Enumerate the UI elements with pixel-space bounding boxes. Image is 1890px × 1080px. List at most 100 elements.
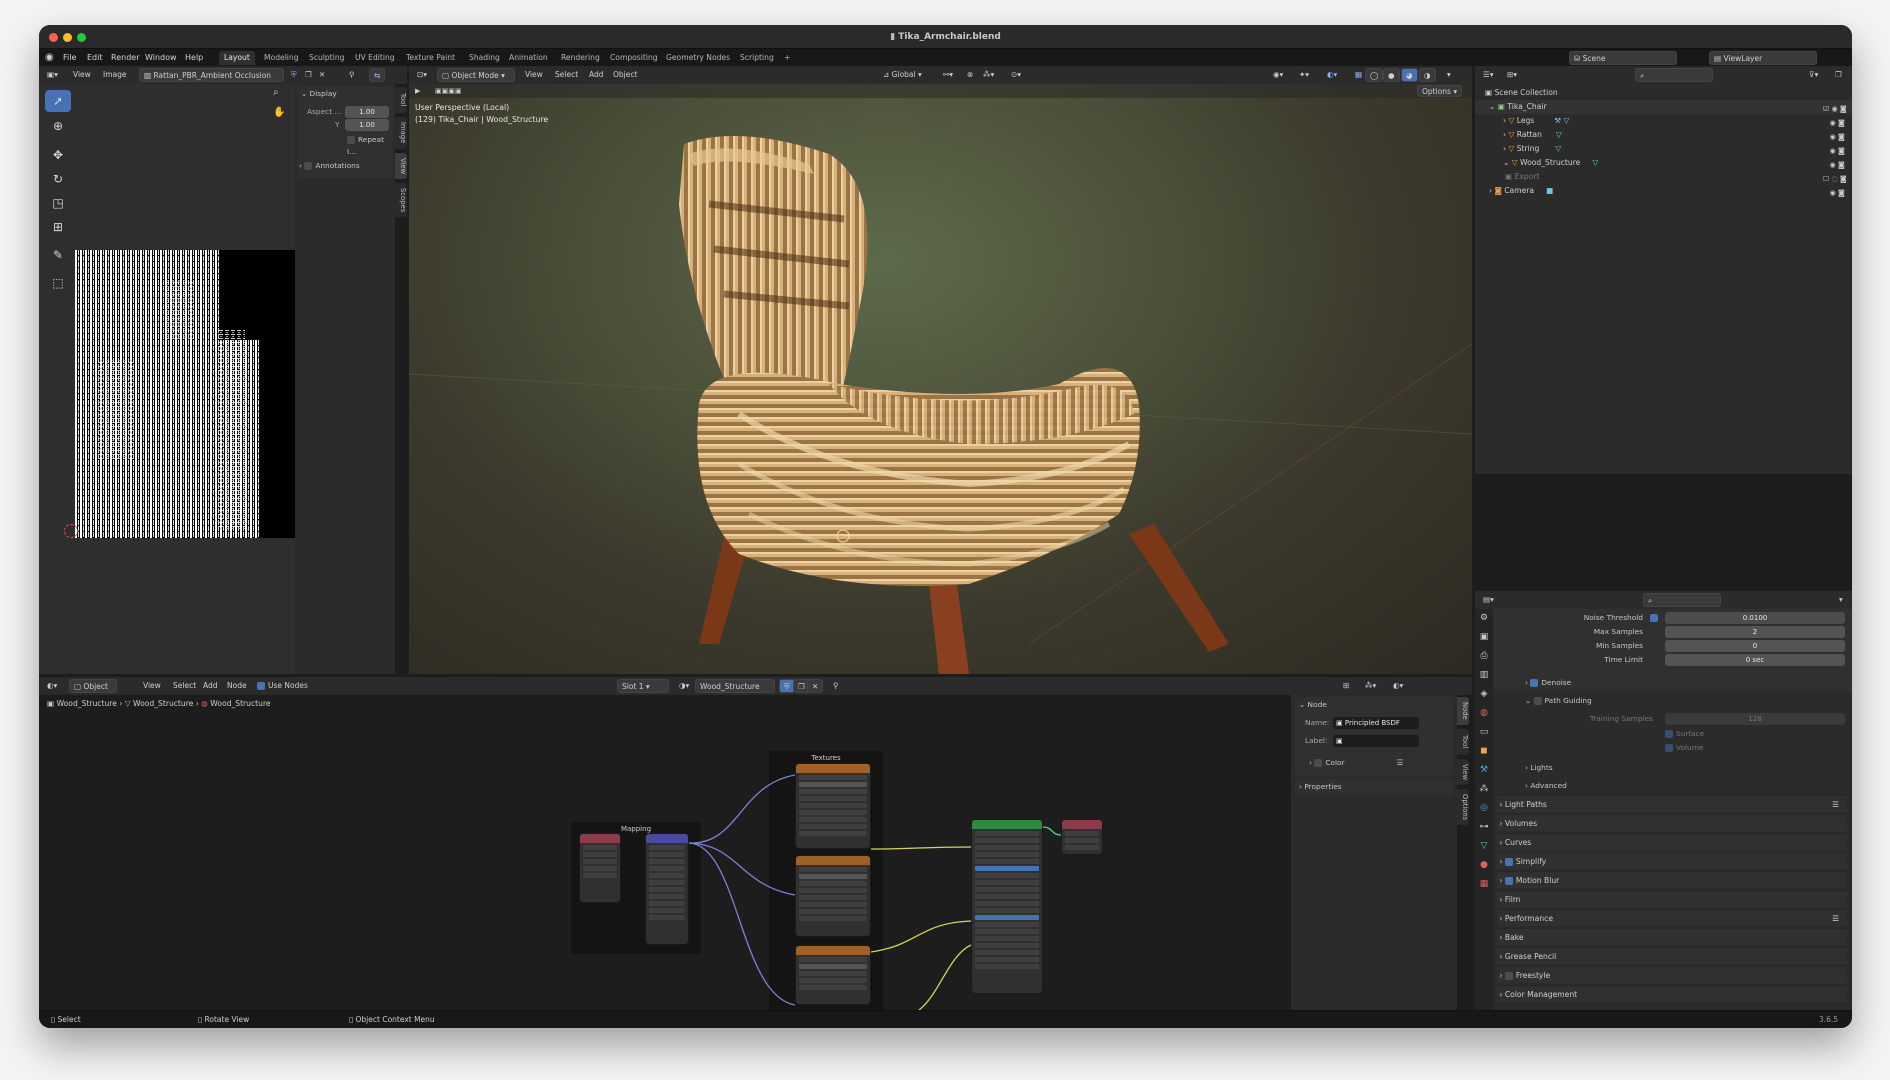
min-samples-field[interactable]: 0 xyxy=(1665,640,1845,652)
display-mode-icon[interactable]: ⊞▾ xyxy=(1503,68,1521,82)
annotate-tool-icon[interactable]: ✎ xyxy=(45,244,71,266)
shading-rendered-icon[interactable]: ◑ xyxy=(1419,68,1436,82)
viewport-editor-type-icon[interactable]: ⊡▾ xyxy=(413,68,431,82)
transform-orientation-dropdown[interactable]: ⊿ Global ▾ xyxy=(879,68,926,82)
physics-tab-icon[interactable]: ◎ xyxy=(1475,799,1493,818)
properties-options-icon[interactable]: ▾ xyxy=(1835,593,1847,607)
lights-subpanel[interactable]: › Lights xyxy=(1525,762,1553,774)
modifier-tab-icon[interactable]: ⚒ xyxy=(1475,761,1493,780)
sample-tool-icon[interactable]: ⬚ xyxy=(45,272,71,294)
section-grease-pencil[interactable]: › Grease Pencil xyxy=(1497,947,1847,964)
workspace-tab-geometry-nodes[interactable]: Geometry Nodes xyxy=(661,51,735,65)
material-slot-dropdown[interactable]: Slot 1 ▾ xyxy=(617,679,669,693)
proportional-edit-icon[interactable]: ⊙▾ xyxy=(1007,68,1025,82)
image-shield-icon[interactable]: ⛨ xyxy=(287,68,301,82)
outliner-editor-type-icon[interactable]: ☰▾ xyxy=(1479,68,1498,82)
cursor-tool-icon[interactable]: ⊕ xyxy=(45,115,71,137)
menu-help[interactable]: Help xyxy=(185,49,203,66)
scale-tool-icon[interactable]: ◳ xyxy=(45,192,71,214)
workspace-tab-layout[interactable]: Layout xyxy=(219,51,255,65)
workspace-tab-sculpting[interactable]: Sculpting xyxy=(304,51,349,65)
uv-sync-icon[interactable]: ⇆ xyxy=(369,68,386,82)
workspace-tab-rendering[interactable]: Rendering xyxy=(556,51,605,65)
node-editor-type-icon[interactable]: ◐▾ xyxy=(43,679,61,693)
view-layer-selector[interactable]: ▤ ViewLayer xyxy=(1709,51,1817,65)
scene-tab-icon[interactable]: ◈ xyxy=(1475,685,1493,704)
training-samples-field[interactable]: 128 xyxy=(1665,713,1845,725)
viewport-menu-add[interactable]: Add xyxy=(585,68,608,82)
menu-edit[interactable]: Edit xyxy=(87,49,103,66)
3d-viewport[interactable]: ▶ ▣▣▣▣ Options ▾ User Perspective (Local… xyxy=(409,84,1472,674)
node-tab-view[interactable]: View xyxy=(1457,759,1469,785)
unlink-material-icon[interactable]: ✕ xyxy=(807,679,824,693)
surface-checkbox[interactable]: Surface xyxy=(1665,728,1704,740)
viewport-menu-object[interactable]: Object xyxy=(609,68,641,82)
node-panel-header[interactable]: ⌄ Node xyxy=(1299,699,1327,711)
aspect-x-field[interactable]: 1.00 xyxy=(345,106,389,118)
material-name-field[interactable]: Wood_Structure xyxy=(695,679,775,693)
time-limit-field[interactable]: 0 sec xyxy=(1665,654,1845,666)
image-tab-tool[interactable]: Tool xyxy=(395,87,407,113)
node-color-subpanel[interactable]: › Color ☰ xyxy=(1309,757,1403,769)
tool-tab-icon[interactable]: ⚙ xyxy=(1475,609,1493,628)
workspace-tab-texture-paint[interactable]: Texture Paint xyxy=(401,51,460,65)
node-menu-node[interactable]: Node xyxy=(223,679,251,693)
outliner-item-legs[interactable]: › ▽ Legs ⚒ ▽ xyxy=(1475,114,1852,128)
shader-type-dropdown[interactable]: ▢ Object ▾ xyxy=(69,679,117,705)
workspace-tab-shading[interactable]: Shading xyxy=(464,51,505,65)
section-light-paths[interactable]: › Light Paths ☰ xyxy=(1497,795,1847,812)
node-tab-options[interactable]: Options xyxy=(1457,789,1469,825)
backdrop-icon[interactable]: ⊞ xyxy=(1339,679,1353,693)
workspace-tab-compositing[interactable]: Compositing xyxy=(605,51,663,65)
2d-cursor-icon[interactable] xyxy=(64,524,78,538)
constraints-tab-icon[interactable]: ⊶ xyxy=(1475,818,1493,837)
rotate-tool-icon[interactable]: ↻ xyxy=(45,168,71,190)
workspace-tab-scripting[interactable]: Scripting xyxy=(735,51,779,65)
move-tool-icon[interactable]: ✥ xyxy=(45,144,71,166)
outliner-item-camera[interactable]: › ◙ Camera ■ xyxy=(1475,184,1852,198)
section-motion-blur[interactable]: › Motion Blur xyxy=(1497,871,1847,888)
editor-type-icon[interactable]: ▣▾ xyxy=(43,68,62,82)
node-pin-icon[interactable]: ⚲ xyxy=(829,679,843,693)
viewport-menu-view[interactable]: View xyxy=(521,68,547,82)
node-menu-add[interactable]: Add xyxy=(199,679,222,693)
properties-editor-type-icon[interactable]: ▤▾ xyxy=(1479,593,1498,607)
add-workspace-button[interactable]: + xyxy=(779,51,795,65)
visibility-icon[interactable]: ◉▾ xyxy=(1269,68,1287,82)
node-label-field[interactable]: ▣ xyxy=(1333,735,1419,747)
particles-tab-icon[interactable]: ⁂ xyxy=(1475,780,1493,799)
section-simplify[interactable]: › Simplify xyxy=(1497,852,1847,869)
image-close-icon[interactable]: ✕ xyxy=(315,68,329,82)
snap-icon[interactable]: ⊗ xyxy=(963,68,977,82)
image-canvas[interactable]: ➚ ⊕ ✥ ↻ ◳ ⊞ ✎ ⬚ xyxy=(39,84,361,674)
shading-material-icon[interactable]: ◕ xyxy=(1401,68,1418,82)
section-film[interactable]: › Film xyxy=(1497,890,1847,907)
select-tool-icon[interactable]: ➚ xyxy=(45,90,71,112)
section-curves[interactable]: › Curves xyxy=(1497,833,1847,850)
image-menu-view[interactable]: View xyxy=(69,68,95,82)
outliner-item-string[interactable]: › ▽ String ▽ xyxy=(1475,142,1852,156)
workspace-tab-uv-editing[interactable]: UV Editing xyxy=(350,51,400,65)
annotations-panel-header[interactable]: › Annotations xyxy=(299,160,360,172)
node-tab-node[interactable]: Node xyxy=(1457,697,1469,725)
pan-hand-icon[interactable]: ✋ xyxy=(273,107,285,118)
menu-render[interactable]: Render xyxy=(111,49,139,66)
shading-wireframe-icon[interactable]: ◯ xyxy=(1365,68,1384,82)
display-panel-header[interactable]: ⌄ Display xyxy=(301,88,337,100)
path-guiding-panel-header[interactable]: ⌄ Path Guiding xyxy=(1525,695,1592,707)
image-tab-scopes[interactable]: Scopes xyxy=(395,183,407,217)
node-tab-tool[interactable]: Tool xyxy=(1457,729,1469,755)
section-bake[interactable]: › Bake xyxy=(1497,928,1847,945)
advanced-subpanel[interactable]: › Advanced xyxy=(1525,780,1567,792)
max-samples-field[interactable]: 2 xyxy=(1665,626,1845,638)
view-layer-tab-icon[interactable]: ▥ xyxy=(1475,666,1493,685)
outliner-item-rattan[interactable]: › ▽ Rattan ▽ xyxy=(1475,128,1852,142)
section-color-management[interactable]: › Color Management xyxy=(1497,985,1847,1002)
filter-icon[interactable]: ⊽▾ xyxy=(1805,68,1822,82)
outliner-item-tika-chair[interactable]: ⌄ ▣ Tika_Chair xyxy=(1475,100,1852,114)
noise-threshold-checkbox[interactable] xyxy=(1650,614,1658,622)
node-menu-select[interactable]: Select xyxy=(169,679,200,693)
image-copy-icon[interactable]: ❐ xyxy=(301,68,316,82)
use-nodes-checkbox[interactable]: Use Nodes xyxy=(253,679,312,693)
node-canvas[interactable]: ▣ Wood_Structure › ▽ Wood_Structure › ◍ … xyxy=(39,695,1291,1010)
